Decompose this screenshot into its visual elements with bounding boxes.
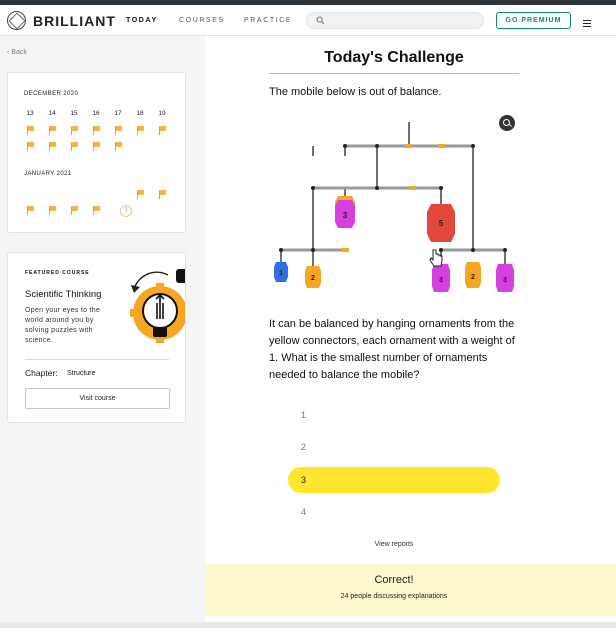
featured-course-card: FEATURED COURSE Scientific Thinking Open… — [7, 252, 186, 423]
ornament-5: 5 — [427, 204, 455, 242]
challenge-panel: Today's Challenge The mobile below is ou… — [205, 36, 616, 628]
ornament-2c: 2 — [465, 262, 481, 288]
current-day-marker: 7 — [120, 205, 132, 217]
streak-flag-icon — [159, 190, 167, 199]
streak-flag-icon — [137, 126, 145, 135]
top-navigation: BRILLIANT TODAY COURSES PRACTICE GO PREM… — [0, 5, 616, 36]
search-icon — [316, 16, 325, 25]
ornament-1: 1 — [274, 262, 288, 282]
streak-flag-icon — [115, 126, 123, 135]
streak-calendar-card: DECEMBER 2020 13 14 15 16 17 18 19 JANUA… — [7, 72, 186, 233]
streak-flag-icon — [93, 126, 101, 135]
nav-link-today[interactable]: TODAY — [126, 17, 158, 24]
calendar-day: 16 — [92, 110, 100, 117]
calendar-day: 17 — [114, 110, 122, 117]
calendar-month-label: JANUARY 2021 — [24, 171, 72, 177]
mobile-diagram: 2 3 5 1 2 3 2 3 — [274, 122, 514, 292]
answer-option-1[interactable]: 1 — [288, 402, 500, 428]
svg-text:5: 5 — [439, 219, 444, 228]
streak-flag-icon — [159, 126, 167, 135]
calendar-day: 18 — [136, 110, 144, 117]
challenge-question: It can be balanced by hanging ornaments … — [269, 318, 515, 381]
hand-cursor-icon — [429, 249, 443, 267]
answer-option-4[interactable]: 4 — [288, 499, 500, 525]
result-banner: Correct! 24 people discussing explanatio… — [205, 564, 616, 616]
title-divider — [269, 73, 519, 74]
course-description: Open your eyes to the world around you b… — [25, 307, 101, 344]
streak-flag-icon — [71, 126, 79, 135]
streak-flag-icon — [71, 142, 79, 151]
featured-course-label: FEATURED COURSE — [25, 270, 90, 276]
discussion-link[interactable]: 24 people discussing explanations — [205, 593, 583, 600]
answer-option-3-selected[interactable]: 3 — [288, 467, 500, 493]
view-reports-link[interactable]: View reports — [205, 541, 583, 548]
calendar-month-label: DECEMBER 2020 — [24, 91, 79, 97]
nav-link-courses[interactable]: COURSES — [179, 17, 225, 24]
course-illustration-icon — [130, 269, 185, 343]
divider — [25, 359, 169, 360]
course-title: Scientific Thinking — [25, 289, 102, 300]
streak-flag-icon — [49, 126, 57, 135]
streak-flag-icon — [71, 206, 79, 215]
svg-text:3: 3 — [343, 211, 348, 220]
go-premium-button[interactable]: GO PREMIUM — [496, 12, 571, 29]
calendar-day: 14 — [48, 110, 56, 117]
streak-flag-icon — [49, 142, 57, 151]
streak-flag-icon — [93, 206, 101, 215]
calendar-day: 15 — [70, 110, 78, 117]
ornament-3b: 3 — [432, 264, 450, 292]
visit-course-button[interactable]: Visit course — [25, 388, 170, 409]
back-label: Back — [11, 49, 27, 56]
ornament-3a: 3 — [335, 200, 355, 228]
svg-text:2: 2 — [311, 275, 315, 282]
ornament-3c: 3 — [496, 264, 514, 292]
bottom-edge — [0, 622, 616, 628]
streak-flag-icon — [115, 142, 123, 151]
svg-text:3: 3 — [503, 277, 507, 284]
streak-flag-icon — [93, 142, 101, 151]
svg-text:1: 1 — [279, 270, 283, 277]
brilliant-logo[interactable]: BRILLIANT — [7, 11, 116, 30]
search-input[interactable] — [306, 12, 484, 29]
challenge-intro: The mobile below is out of balance. — [269, 86, 442, 98]
streak-flag-icon — [49, 206, 57, 215]
logo-text: BRILLIANT — [33, 12, 116, 29]
calendar-day: 19 — [158, 110, 166, 117]
streak-flag-icon — [27, 142, 35, 151]
ornament-2b: 2 — [305, 266, 321, 288]
chapter-value: Structure — [67, 370, 96, 377]
svg-text:3: 3 — [439, 277, 443, 284]
chapter-label: Chapter: — [25, 368, 58, 378]
back-link[interactable]: ‹ Back — [7, 49, 27, 56]
answer-option-2[interactable]: 2 — [288, 434, 500, 460]
hamburger-icon[interactable] — [583, 20, 591, 29]
correct-message: Correct! — [374, 574, 414, 586]
streak-flag-icon — [27, 126, 35, 135]
streak-flag-icon — [27, 206, 35, 215]
page-title: Today's Challenge — [324, 49, 464, 66]
logo-icon — [7, 11, 26, 30]
calendar-day: 13 — [26, 110, 34, 117]
nav-link-practice[interactable]: PRACTICE — [244, 17, 292, 24]
streak-flag-icon — [137, 190, 145, 199]
svg-text:2: 2 — [471, 274, 475, 281]
zoom-icon[interactable] — [499, 115, 515, 131]
